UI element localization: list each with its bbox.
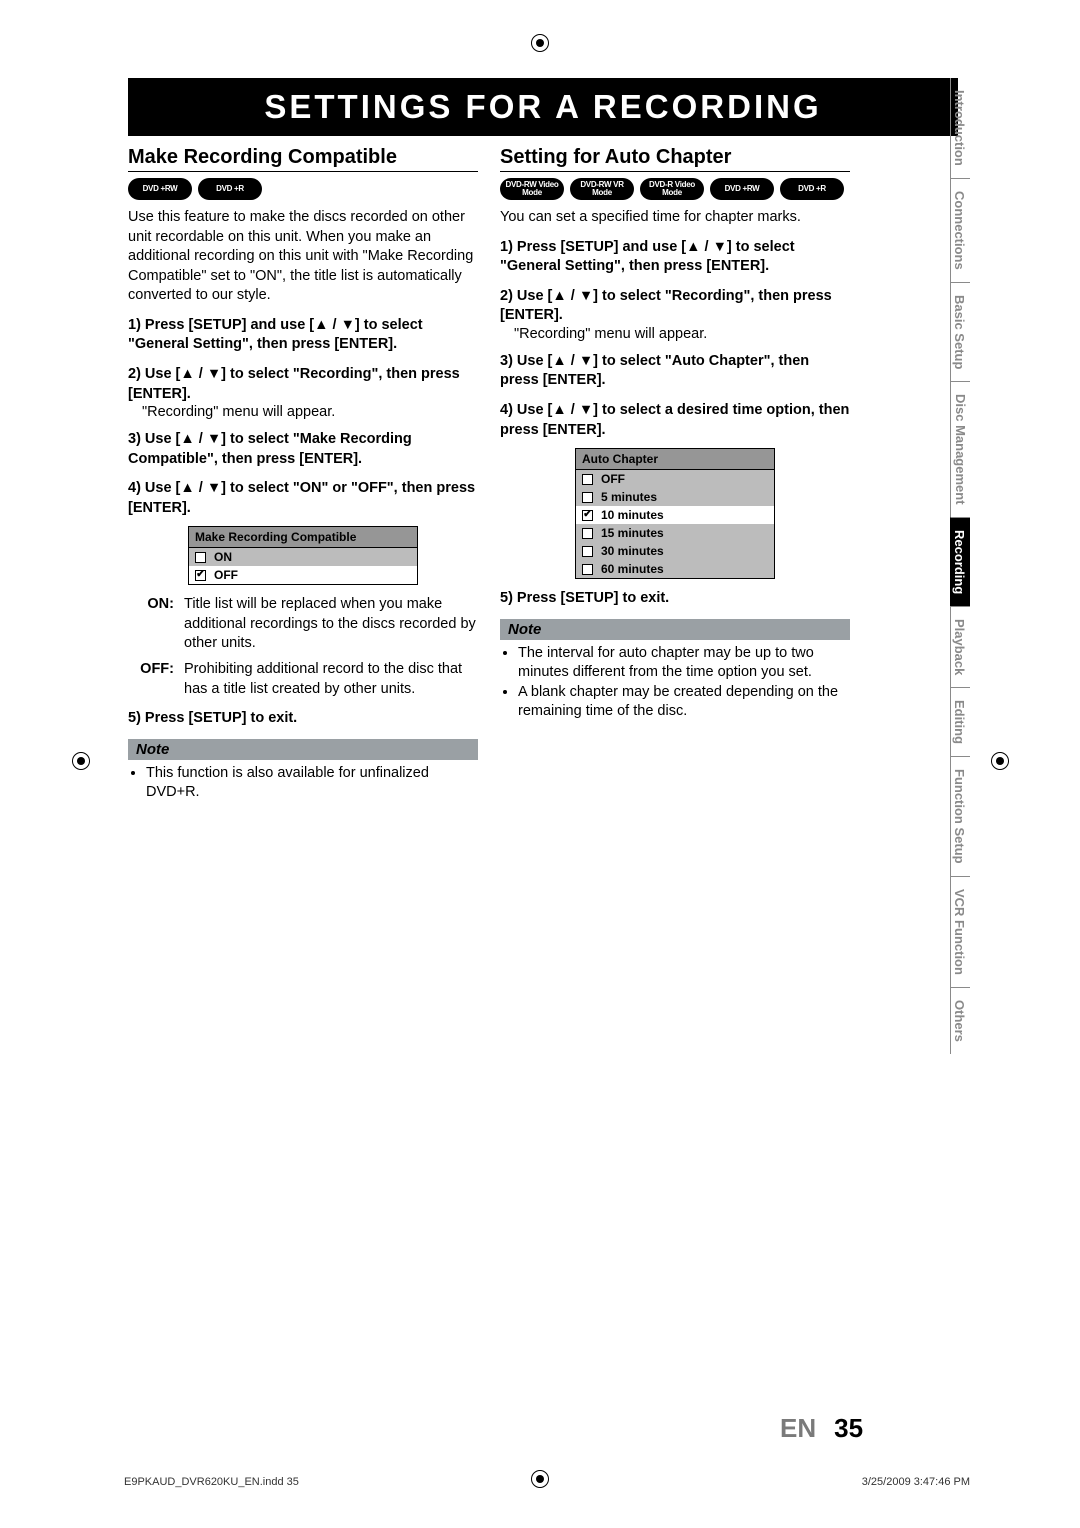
page-content: SETTINGS FOR A RECORDING Make Recording … <box>128 78 958 1478</box>
tab-connections[interactable]: Connections <box>950 178 970 282</box>
dvd-rw-video-badge: DVD-RW Video Mode <box>500 178 564 200</box>
step-2-sub: "Recording" menu will appear. <box>514 326 850 342</box>
osd-row: OFF <box>576 470 774 488</box>
step-4: 4) Use [▲ / ▼] to select "ON" or "OFF", … <box>128 479 478 518</box>
tab-disc-management[interactable]: Disc Management <box>950 381 970 517</box>
registration-mark-icon <box>991 752 1009 770</box>
registration-mark-icon <box>531 34 549 52</box>
step-1: 1) Press [SETUP] and use [▲ / ▼] to sele… <box>500 238 850 277</box>
checkbox-checked-icon <box>582 510 593 521</box>
tab-recording[interactable]: Recording <box>950 517 970 606</box>
osd-row-selected: 10 minutes <box>576 506 774 524</box>
osd-row: 30 minutes <box>576 542 774 560</box>
column-left: Make Recording Compatible DVD +RW DVD +R… <box>128 146 478 803</box>
tab-others[interactable]: Others <box>950 987 970 1054</box>
footer-timestamp: 3/25/2009 3:47:46 PM <box>862 1476 970 1488</box>
disc-badges: DVD-RW Video Mode DVD-RW VR Mode DVD-R V… <box>500 178 850 200</box>
checkbox-checked-icon <box>195 570 206 581</box>
page-title: SETTINGS FOR A RECORDING <box>128 78 958 136</box>
intro-text: You can set a specified time for chapter… <box>500 208 850 228</box>
tab-basic-setup[interactable]: Basic Setup <box>950 282 970 381</box>
tab-vcr-function[interactable]: VCR Function <box>950 876 970 987</box>
print-footer: E9PKAUD_DVR620KU_EN.indd 35 3/25/2009 3:… <box>124 1476 970 1488</box>
osd-row: 15 minutes <box>576 524 774 542</box>
page-number: EN35 <box>780 1413 863 1444</box>
osd-auto-chapter: Auto Chapter OFF 5 minutes 10 minutes 15… <box>575 448 775 579</box>
note-item: The interval for auto chapter may be up … <box>518 644 850 683</box>
checkbox-icon <box>582 492 593 503</box>
step-5: 5) Press [SETUP] to exit. <box>500 589 850 609</box>
osd-row: 60 minutes <box>576 560 774 578</box>
dvd-plus-r-badge: DVD +R <box>198 178 262 200</box>
disc-badges: DVD +RW DVD +R <box>128 178 478 200</box>
step-2: 2) Use [▲ / ▼] to select "Recording", th… <box>500 287 850 326</box>
note-list: This function is also available for unfi… <box>128 760 478 803</box>
dvd-plus-rw-badge: DVD +RW <box>128 178 192 200</box>
osd-title: Make Recording Compatible <box>189 527 417 548</box>
step-5: 5) Press [SETUP] to exit. <box>128 709 478 729</box>
checkbox-icon <box>582 528 593 539</box>
osd-row: 5 minutes <box>576 488 774 506</box>
step-3: 3) Use [▲ / ▼] to select "Auto Chapter",… <box>500 352 850 391</box>
note-label: Note <box>128 739 478 760</box>
osd-compatible: Make Recording Compatible ON OFF <box>188 526 418 585</box>
osd-row-on: ON <box>189 548 417 566</box>
step-3: 3) Use [▲ / ▼] to select "Make Recording… <box>128 430 478 469</box>
checkbox-icon <box>195 552 206 563</box>
definition-on: ON:Title list will be replaced when you … <box>128 595 478 654</box>
footer-file: E9PKAUD_DVR620KU_EN.indd 35 <box>124 1476 299 1488</box>
note-item: A blank chapter may be created depending… <box>518 683 850 722</box>
checkbox-icon <box>582 546 593 557</box>
step-4: 4) Use [▲ / ▼] to select a desired time … <box>500 401 850 440</box>
section-heading: Make Recording Compatible <box>128 146 478 172</box>
tab-editing[interactable]: Editing <box>950 687 970 756</box>
note-list: The interval for auto chapter may be up … <box>500 640 850 722</box>
tab-function-setup[interactable]: Function Setup <box>950 756 970 876</box>
intro-text: Use this feature to make the discs recor… <box>128 208 478 306</box>
checkbox-icon <box>582 564 593 575</box>
step-1: 1) Press [SETUP] and use [▲ / ▼] to sele… <box>128 316 478 355</box>
dvd-plus-rw-badge: DVD +RW <box>710 178 774 200</box>
side-tabs: Introduction Connections Basic Setup Dis… <box>950 78 970 1398</box>
definition-off: OFF:Prohibiting additional record to the… <box>128 660 478 699</box>
column-right: Setting for Auto Chapter DVD-RW Video Mo… <box>500 146 850 803</box>
note-label: Note <box>500 619 850 640</box>
dvd-plus-r-badge: DVD +R <box>780 178 844 200</box>
tab-introduction[interactable]: Introduction <box>950 78 970 178</box>
tab-playback[interactable]: Playback <box>950 606 970 687</box>
note-item: This function is also available for unfi… <box>146 764 478 803</box>
registration-mark-icon <box>72 752 90 770</box>
osd-row-off: OFF <box>189 566 417 584</box>
dvd-rw-vr-badge: DVD-RW VR Mode <box>570 178 634 200</box>
osd-title: Auto Chapter <box>576 449 774 470</box>
section-heading: Setting for Auto Chapter <box>500 146 850 172</box>
checkbox-icon <box>582 474 593 485</box>
step-2-sub: "Recording" menu will appear. <box>142 404 478 420</box>
step-2: 2) Use [▲ / ▼] to select "Recording", th… <box>128 365 478 404</box>
dvd-r-video-badge: DVD-R Video Mode <box>640 178 704 200</box>
